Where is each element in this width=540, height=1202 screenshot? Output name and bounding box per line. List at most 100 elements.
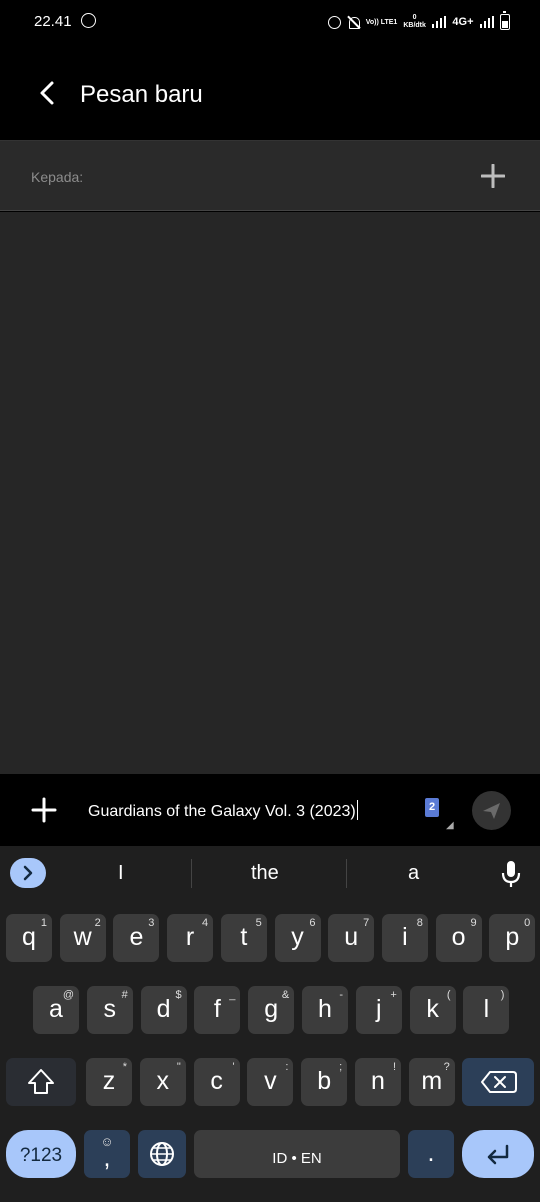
key-t[interactable]: 5t bbox=[220, 914, 267, 962]
space-key-label: ID • EN bbox=[272, 1150, 322, 1167]
language-key[interactable] bbox=[138, 1130, 186, 1178]
key-label: e bbox=[129, 923, 144, 951]
suggestion-3[interactable]: a bbox=[408, 862, 419, 885]
key-u[interactable]: 7u bbox=[328, 914, 375, 962]
attach-plus-icon[interactable] bbox=[31, 797, 57, 823]
chevron-right-icon bbox=[23, 865, 33, 881]
key-label: p bbox=[505, 923, 520, 951]
globe-icon bbox=[150, 1142, 174, 1166]
conversation-area bbox=[0, 212, 540, 774]
suggestion-divider bbox=[346, 859, 347, 888]
send-icon bbox=[483, 803, 500, 819]
page-title: Pesan baru bbox=[80, 81, 203, 108]
space-key[interactable]: ID • EN bbox=[194, 1130, 400, 1178]
recipient-field[interactable]: Kepada: bbox=[0, 140, 540, 211]
symbols-key[interactable]: ?123 bbox=[6, 1130, 76, 1178]
text-caret bbox=[356, 800, 359, 820]
keyboard: I the a 1 q 2 w 3 e 4 r 5 t 6 y 7 u 8 i 9 o 0 p @ a # s $ d _ f & g - h… bbox=[0, 846, 540, 1202]
enter-key[interactable] bbox=[462, 1130, 534, 1178]
comma-key[interactable]: ☺ , bbox=[84, 1130, 130, 1178]
key-a[interactable]: @ a bbox=[33, 986, 79, 1034]
message-text: Guardians of the Galaxy Vol. 3 (2023) bbox=[88, 803, 356, 820]
key-label: s bbox=[103, 995, 117, 1023]
key-s[interactable]: # s bbox=[86, 986, 133, 1034]
backspace-icon bbox=[481, 1071, 517, 1093]
recipient-label: Kepada: bbox=[31, 169, 84, 185]
key-d[interactable]: $ d bbox=[140, 986, 187, 1034]
period-key[interactable]: . bbox=[408, 1130, 454, 1178]
key-label: m bbox=[421, 1067, 443, 1095]
key-label: x bbox=[156, 1067, 170, 1095]
volte-label: Vo)) LTE1 bbox=[365, 18, 398, 26]
enter-icon bbox=[487, 1144, 509, 1165]
key-j[interactable]: + j bbox=[355, 986, 402, 1034]
suggestion-divider bbox=[191, 859, 192, 888]
key-label: f bbox=[213, 995, 221, 1023]
key-r[interactable]: 4r bbox=[167, 914, 214, 962]
key-label: u bbox=[344, 923, 359, 951]
comma-key-label: , bbox=[103, 1144, 111, 1172]
key-label: y bbox=[291, 923, 304, 951]
key-w[interactable]: 2w bbox=[59, 914, 106, 962]
battery-icon bbox=[500, 11, 510, 30]
key-label: c bbox=[210, 1067, 223, 1095]
key-g[interactable]: & g bbox=[248, 986, 295, 1034]
key-label: q bbox=[22, 923, 36, 951]
key-c[interactable]: ' c bbox=[193, 1058, 240, 1106]
status-icons: Vo)) LTE1 0 KB/dtk 4G+ bbox=[327, 11, 510, 33]
key-q[interactable]: 1q bbox=[6, 914, 52, 962]
suggestion-strip: I the a bbox=[0, 846, 540, 902]
key-label: t bbox=[240, 923, 248, 951]
key-label: k bbox=[426, 995, 439, 1023]
shift-icon bbox=[28, 1069, 54, 1094]
key-label: z bbox=[102, 1067, 116, 1095]
send-button[interactable] bbox=[472, 791, 511, 830]
key-label: h bbox=[318, 995, 332, 1023]
key-f[interactable]: _ f bbox=[194, 986, 241, 1034]
key-label: j bbox=[376, 995, 382, 1023]
sim-selector-dropdown-icon: ◢ bbox=[446, 820, 454, 831]
mute-icon bbox=[347, 16, 360, 29]
network-type: 4G+ bbox=[452, 16, 474, 28]
key-n[interactable]: ! n bbox=[355, 1058, 401, 1106]
symbols-key-label: ?123 bbox=[19, 1145, 63, 1166]
key-v[interactable]: :v bbox=[247, 1058, 294, 1106]
key-k[interactable]: (k bbox=[409, 986, 456, 1034]
message-input[interactable]: Guardians of the Galaxy Vol. 3 (2023) bbox=[88, 800, 359, 821]
sim-selector-badge[interactable]: 2 bbox=[425, 798, 439, 817]
key-z[interactable]: * z bbox=[86, 1058, 132, 1106]
key-b[interactable]: ; b bbox=[301, 1058, 348, 1106]
key-label: r bbox=[185, 923, 195, 951]
net-speed-value: 0 bbox=[412, 14, 417, 21]
add-recipient-icon[interactable] bbox=[481, 164, 505, 188]
key-i[interactable]: 8i bbox=[381, 914, 428, 962]
net-speed-unit: KB/dtk bbox=[403, 22, 426, 29]
key-p[interactable]: 0p bbox=[489, 914, 536, 962]
mic-icon[interactable] bbox=[500, 859, 522, 889]
backspace-key[interactable] bbox=[462, 1058, 534, 1106]
key-h[interactable]: -h bbox=[302, 986, 348, 1034]
suggestion-1[interactable]: I bbox=[118, 862, 124, 885]
key-y[interactable]: 6y bbox=[274, 914, 321, 962]
alarm-icon bbox=[327, 15, 341, 29]
key-o[interactable]: 9o bbox=[435, 914, 482, 962]
key-x[interactable]: " x bbox=[139, 1058, 186, 1106]
key-label: w bbox=[73, 923, 92, 951]
expand-toolbar-button[interactable] bbox=[10, 858, 46, 888]
period-key-label: . bbox=[427, 1139, 435, 1167]
key-e[interactable]: 3e bbox=[113, 914, 160, 962]
key-label: b bbox=[317, 1067, 332, 1095]
suggestion-2[interactable]: the bbox=[251, 862, 279, 885]
key-label: i bbox=[402, 923, 408, 951]
shift-key[interactable] bbox=[6, 1058, 76, 1106]
key-l[interactable]: ) l bbox=[463, 986, 510, 1034]
status-bar: 22.41 Vo)) LTE1 0 KB/dtk 4G+ bbox=[0, 0, 540, 44]
key-m[interactable]: ? m bbox=[408, 1058, 455, 1106]
signal-icon-2 bbox=[479, 16, 494, 28]
whatsapp-icon bbox=[81, 13, 96, 28]
status-time: 22.41 bbox=[34, 13, 72, 30]
key-label: g bbox=[264, 995, 279, 1023]
app-bar: Pesan baru bbox=[0, 44, 540, 140]
chevron-left-icon[interactable] bbox=[36, 80, 60, 106]
key-label: n bbox=[371, 1067, 385, 1095]
